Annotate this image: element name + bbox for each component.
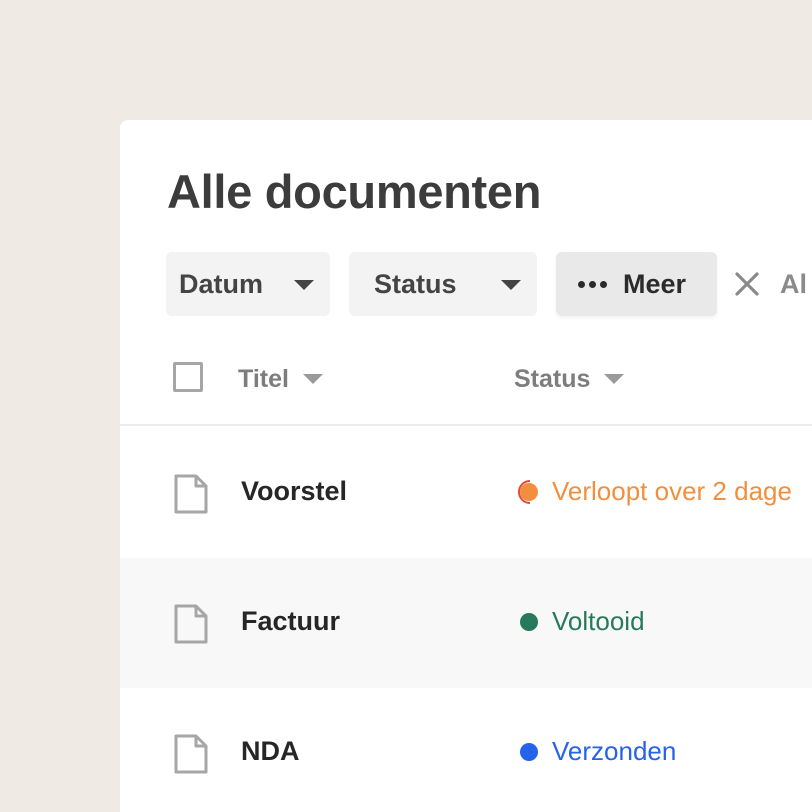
expiring-clock-icon bbox=[512, 477, 542, 507]
status-text: Verzonden bbox=[552, 736, 677, 766]
caret-down-icon bbox=[294, 280, 314, 290]
status-filter-button[interactable]: Status bbox=[349, 252, 537, 316]
file-icon bbox=[174, 734, 208, 774]
file-icon bbox=[174, 604, 208, 644]
table-row[interactable]: Factuur Voltooid bbox=[120, 558, 812, 688]
more-filters-label: Meer bbox=[623, 268, 687, 299]
document-title[interactable]: Factuur bbox=[241, 606, 340, 637]
sort-caret-icon bbox=[604, 374, 625, 384]
date-filter-button[interactable]: Datum bbox=[166, 252, 330, 316]
column-header-status[interactable]: Status bbox=[514, 362, 625, 396]
status-badge: Verloopt over 2 dage bbox=[512, 476, 792, 507]
status-filter-label: Status bbox=[374, 268, 457, 299]
dots-icon bbox=[578, 280, 607, 288]
status-dot-icon bbox=[520, 612, 538, 631]
table-row[interactable]: Voorstel Verloopt over 2 dage bbox=[120, 428, 812, 558]
column-header-title[interactable]: Titel bbox=[238, 362, 323, 396]
clear-filters-label: Al bbox=[780, 268, 807, 299]
document-title[interactable]: NDA bbox=[241, 736, 300, 767]
status-text: Verloopt over 2 dage bbox=[552, 476, 792, 506]
close-icon bbox=[735, 272, 759, 296]
column-header-title-label: Titel bbox=[238, 364, 289, 393]
page-title: Alle documenten bbox=[167, 165, 542, 218]
status-text: Voltooid bbox=[552, 606, 645, 636]
status-badge: Verzonden bbox=[512, 736, 676, 767]
clear-filters-button[interactable]: Al bbox=[734, 252, 807, 316]
file-icon bbox=[174, 474, 208, 514]
select-all-checkbox[interactable] bbox=[173, 362, 203, 392]
more-filters-button[interactable]: Meer bbox=[556, 252, 717, 316]
column-header-status-label: Status bbox=[514, 364, 591, 393]
date-filter-label: Datum bbox=[179, 268, 264, 299]
caret-down-icon bbox=[501, 280, 521, 290]
table-header: Titel Status bbox=[120, 332, 812, 426]
document-title[interactable]: Voorstel bbox=[241, 476, 347, 507]
table-row[interactable]: NDA Verzonden bbox=[120, 688, 812, 812]
sort-caret-icon bbox=[302, 374, 323, 384]
documents-panel: Alle documenten Datum Status Meer Al Tit… bbox=[120, 120, 812, 812]
status-badge: Voltooid bbox=[512, 606, 645, 637]
status-dot-icon bbox=[520, 742, 538, 761]
